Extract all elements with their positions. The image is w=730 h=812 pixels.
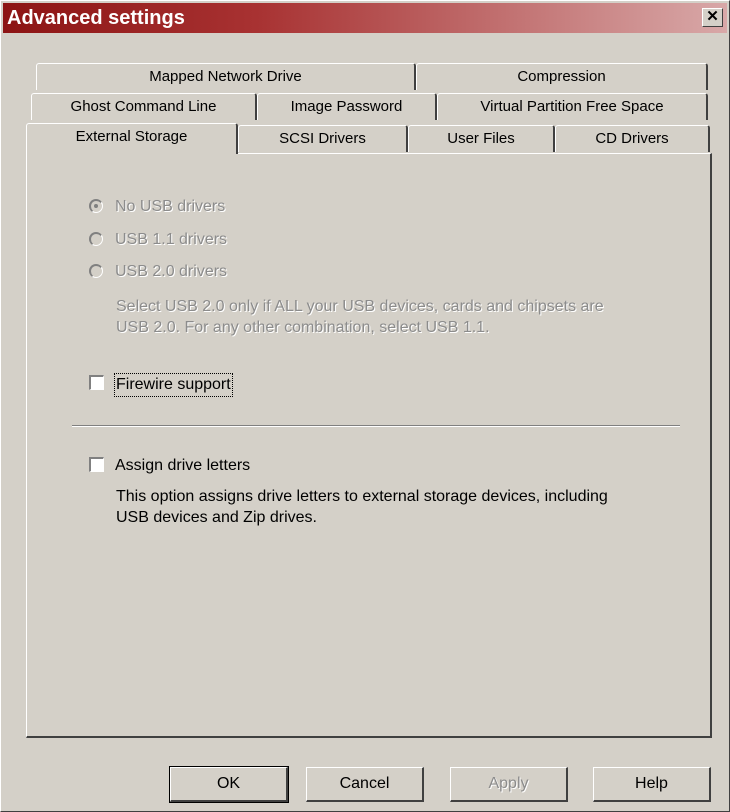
- separator: [72, 425, 680, 427]
- radio-label: USB 1.1 drivers: [115, 231, 228, 248]
- drive-letters-desc-line2: USB devices and Zip drives.: [116, 509, 317, 526]
- tab-external-storage[interactable]: External Storage: [26, 123, 238, 154]
- radio-button-selected: [89, 199, 103, 213]
- tab-label: CD Drivers: [595, 130, 669, 147]
- tab-ghost-command-line[interactable]: Ghost Command Line: [31, 93, 257, 120]
- tab-mapped-network-drive[interactable]: Mapped Network Drive: [36, 63, 416, 90]
- button-label: Cancel: [339, 775, 390, 792]
- usb-note: Select USB 2.0 only if ALL your USB devi…: [116, 296, 696, 338]
- title-bar[interactable]: Advanced settings ✕: [3, 3, 727, 33]
- radio-button: [89, 232, 103, 246]
- tab-label: Virtual Partition Free Space: [480, 98, 664, 115]
- tab-label: User Files: [447, 130, 515, 147]
- tab-label: SCSI Drivers: [279, 130, 366, 147]
- window-title: Advanced settings: [7, 7, 185, 29]
- checkbox-label: Assign drive letters: [115, 457, 251, 474]
- drive-letters-description: This option assigns drive letters to ext…: [116, 486, 696, 528]
- close-button[interactable]: ✕: [702, 8, 723, 27]
- drive-letters-desc-line1: This option assigns drive letters to ext…: [116, 488, 608, 505]
- help-button[interactable]: Help: [593, 767, 711, 802]
- radio-label: No USB drivers: [115, 198, 226, 215]
- tab-user-files[interactable]: User Files: [408, 125, 555, 152]
- tab-image-password[interactable]: Image Password: [257, 93, 437, 120]
- button-label: OK: [216, 775, 241, 792]
- tab-label: Ghost Command Line: [70, 98, 217, 115]
- tab-label: Mapped Network Drive: [149, 68, 302, 85]
- button-label: Help: [635, 775, 668, 792]
- tab-virtual-partition-free-space[interactable]: Virtual Partition Free Space: [437, 93, 708, 120]
- tab-label: Image Password: [290, 98, 403, 115]
- button-label: Apply: [488, 775, 529, 792]
- tab-label: Compression: [517, 68, 606, 85]
- tab-label: External Storage: [75, 128, 188, 145]
- cancel-button[interactable]: Cancel: [306, 767, 424, 802]
- checkbox: [89, 375, 104, 390]
- checkbox: [89, 457, 104, 472]
- advanced-settings-dialog: Advanced settings ✕ Mapped Network Drive…: [0, 0, 730, 812]
- ok-button[interactable]: OK: [169, 766, 289, 803]
- checkbox-label: Firewire support: [114, 373, 233, 397]
- radio-button: [89, 264, 103, 278]
- usb-note-line2: USB 2.0. For any other combination, sele…: [116, 319, 490, 336]
- radio-label: USB 2.0 drivers: [115, 263, 228, 280]
- usb-note-line1: Select USB 2.0 only if ALL your USB devi…: [116, 298, 604, 315]
- tab-cd-drivers[interactable]: CD Drivers: [555, 125, 710, 152]
- apply-button[interactable]: Apply: [450, 767, 568, 802]
- tab-compression[interactable]: Compression: [416, 63, 708, 90]
- external-storage-panel: No USB drivers USB 1.1 drivers USB 2.0 d…: [26, 153, 712, 738]
- close-icon: ✕: [706, 8, 719, 25]
- tab-scsi-drivers[interactable]: SCSI Drivers: [238, 125, 408, 152]
